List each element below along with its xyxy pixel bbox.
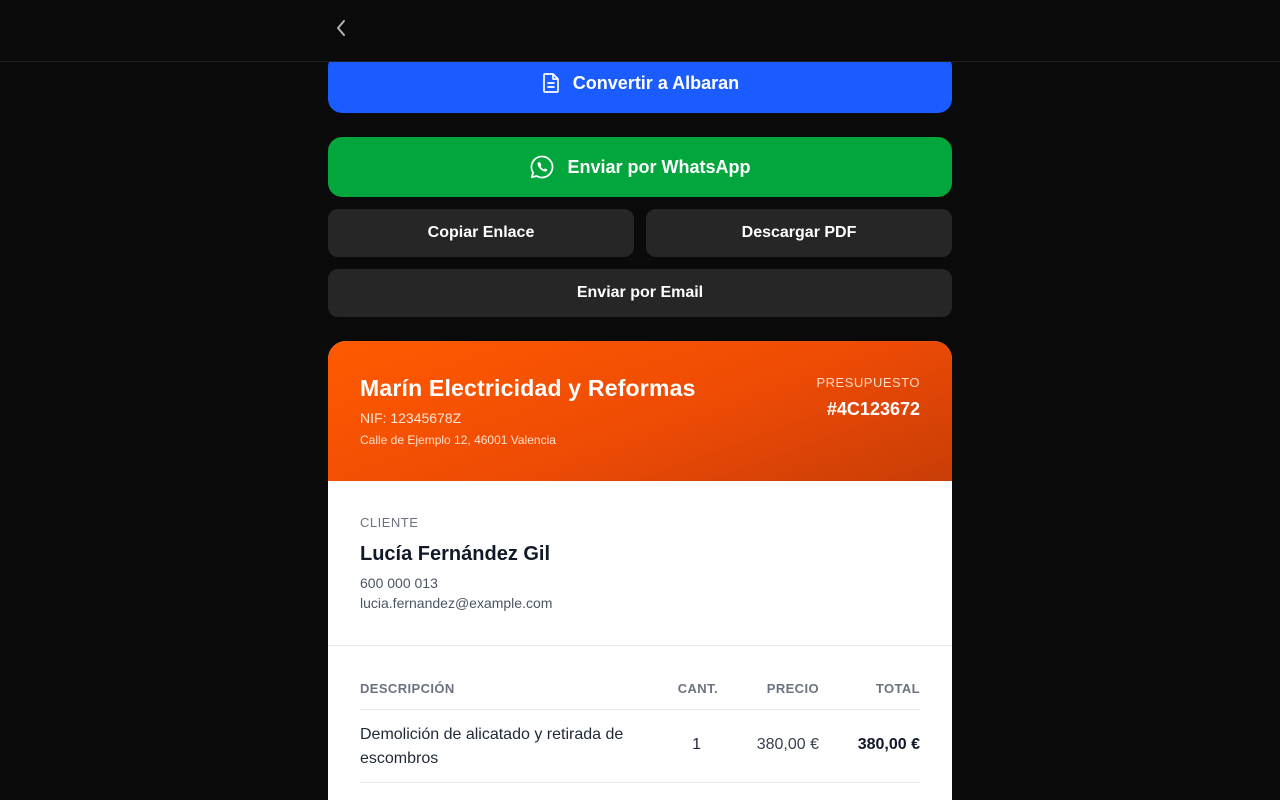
convert-to-albaran-label: Convertir a Albaran: [572, 72, 740, 93]
client-phone: 600 000 013: [360, 575, 438, 591]
company-name: Marín Electricidad y Reformas: [360, 375, 696, 401]
client-email: lucia.fernandez@example.com: [360, 595, 553, 611]
company-nif: NIF: 12345678Z: [360, 410, 462, 426]
download-pdf-button[interactable]: Descargar PDF: [646, 209, 952, 257]
document-icon: [542, 73, 559, 93]
send-whatsapp-label: Enviar por WhatsApp: [567, 156, 751, 177]
row-total: 380,00 €: [857, 736, 920, 753]
client-label: CLIENTE: [360, 515, 419, 530]
send-whatsapp-button[interactable]: Enviar por WhatsApp: [328, 137, 952, 197]
quote-label: PRESUPUESTO: [816, 375, 920, 390]
top-bar: [0, 0, 1280, 62]
column-header-price: PRECIO: [766, 681, 819, 696]
convert-to-albaran-button[interactable]: Convertir a Albaran: [328, 53, 952, 113]
table-header-row: DESCRIPCIÓN CANT. PRECIO TOTAL: [360, 671, 920, 710]
items-table: DESCRIPCIÓN CANT. PRECIO TOTAL Demolició…: [360, 671, 920, 783]
row-description: Demolición de alicatado y retirada de es…: [360, 726, 624, 767]
chevron-left-icon: [337, 20, 345, 36]
whatsapp-icon: [531, 155, 554, 179]
company-address: Calle de Ejemplo 12, 46001 Valencia: [360, 433, 556, 447]
column-header-quantity: CANT.: [677, 681, 718, 696]
download-pdf-label: Descargar PDF: [741, 224, 857, 241]
column-header-description: DESCRIPCIÓN: [360, 681, 455, 696]
send-email-label: Enviar por Email: [576, 284, 704, 301]
column-header-total: TOTAL: [875, 681, 920, 696]
back-button[interactable]: [328, 14, 354, 42]
quote-document: Marín Electricidad y Reformas NIF: 12345…: [328, 341, 952, 800]
quote-number: #4C123672: [826, 399, 920, 419]
row-quantity: 1: [692, 736, 701, 753]
client-section: CLIENTE Lucía Fernández Gil 600 000 013 …: [328, 481, 952, 646]
document-header: Marín Electricidad y Reformas NIF: 12345…: [328, 341, 952, 481]
client-name: Lucía Fernández Gil: [360, 543, 551, 565]
copy-link-button[interactable]: Copiar Enlace: [328, 209, 634, 257]
table-row: Demolición de alicatado y retirada de es…: [360, 710, 920, 783]
send-email-button[interactable]: Enviar por Email: [328, 269, 952, 317]
row-price: 380,00 €: [756, 736, 819, 753]
copy-link-label: Copiar Enlace: [427, 224, 535, 241]
